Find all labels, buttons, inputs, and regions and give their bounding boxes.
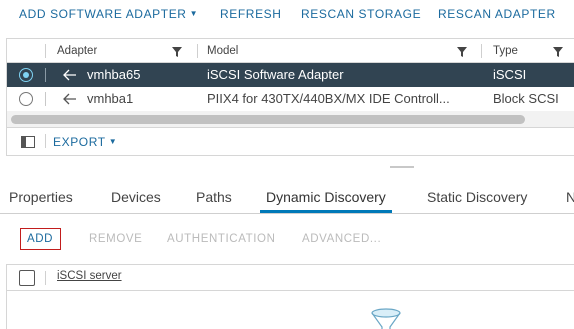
column-divider xyxy=(45,68,46,82)
tab-devices[interactable]: Devices xyxy=(111,178,161,214)
column-header-type[interactable]: Type xyxy=(493,39,518,63)
column-toggle-icon[interactable] xyxy=(21,136,35,148)
authentication-button[interactable]: AUTHENTICATION xyxy=(167,233,276,245)
filter-icon[interactable] xyxy=(172,47,182,57)
refresh-button[interactable]: REFRESH xyxy=(220,7,282,21)
scrollbar-thumb[interactable] xyxy=(11,115,525,124)
grid-header: Adapter Model Type xyxy=(7,39,574,63)
row-select-radio[interactable] xyxy=(19,92,33,106)
adapter-model: iSCSI Software Adapter xyxy=(207,67,344,82)
table-row[interactable]: vmhba1 PIIX4 for 430TX/440BX/MX IDE Cont… xyxy=(7,87,574,111)
select-all-checkbox[interactable] xyxy=(19,270,35,286)
column-header-adapter[interactable]: Adapter xyxy=(57,39,97,63)
discovery-actions: ADD REMOVE AUTHENTICATION ADVANCED... xyxy=(0,225,574,253)
adapter-toolbar: ADD SOFTWARE ADAPTER ▼ REFRESH RESCAN STO… xyxy=(0,0,574,28)
column-divider xyxy=(45,44,46,58)
column-divider xyxy=(45,271,46,285)
chevron-down-icon: ▼ xyxy=(108,137,118,146)
adapter-type: iSCSI xyxy=(493,67,527,82)
remove-button[interactable]: REMOVE xyxy=(89,233,142,245)
tab-paths[interactable]: Paths xyxy=(196,178,232,214)
grid-footer: EXPORT ▼ xyxy=(6,128,574,156)
detail-tabs: Properties Devices Paths Dynamic Discove… xyxy=(0,178,574,214)
filter-icon[interactable] xyxy=(553,47,563,57)
export-button[interactable]: EXPORT ▼ xyxy=(53,135,117,149)
filter-icon[interactable] xyxy=(457,47,467,57)
tab-properties[interactable]: Properties xyxy=(9,178,73,214)
iscsi-server-grid: iSCSI server xyxy=(6,264,574,329)
storage-adapter-icon xyxy=(63,93,76,105)
add-software-adapter-button[interactable]: ADD SOFTWARE ADAPTER ▼ xyxy=(19,7,198,21)
advanced-button[interactable]: ADVANCED... xyxy=(302,233,381,245)
footer-divider xyxy=(45,134,46,148)
column-header-model[interactable]: Model xyxy=(207,39,238,63)
horizontal-scrollbar[interactable] xyxy=(7,111,574,127)
row-select-radio[interactable] xyxy=(19,68,33,82)
rescan-adapter-button[interactable]: RESCAN ADAPTER xyxy=(438,7,556,21)
tab-dynamic-discovery[interactable]: Dynamic Discovery xyxy=(260,178,392,213)
add-highlight-box xyxy=(20,228,61,250)
column-header-iscsi-server[interactable]: iSCSI server xyxy=(57,270,122,282)
chevron-down-icon: ▼ xyxy=(189,9,199,18)
pane-splitter-handle[interactable] xyxy=(390,166,414,168)
export-label: EXPORT xyxy=(53,135,106,149)
grid-header: iSCSI server xyxy=(7,265,574,291)
rescan-storage-button[interactable]: RESCAN STORAGE xyxy=(301,7,421,21)
storage-adapter-icon xyxy=(63,69,76,81)
table-row[interactable]: vmhba65 iSCSI Software Adapter iSCSI xyxy=(7,63,574,87)
storage-adapters-grid: Adapter Model Type vmhba65 iSCSI Softwar… xyxy=(6,38,574,128)
tab-overflow[interactable]: N xyxy=(566,178,574,214)
add-software-adapter-label: ADD SOFTWARE ADAPTER xyxy=(19,7,187,21)
column-divider xyxy=(197,44,198,58)
adapter-name: vmhba65 xyxy=(87,67,141,82)
column-divider xyxy=(481,44,482,58)
adapter-model: PIIX4 for 430TX/440BX/MX IDE Controll... xyxy=(207,91,450,106)
adapter-type: Block SCSI xyxy=(493,91,559,106)
empty-state-icon xyxy=(371,308,401,329)
column-divider xyxy=(45,92,46,106)
tab-static-discovery[interactable]: Static Discovery xyxy=(427,178,527,214)
adapter-name: vmhba1 xyxy=(87,91,134,106)
